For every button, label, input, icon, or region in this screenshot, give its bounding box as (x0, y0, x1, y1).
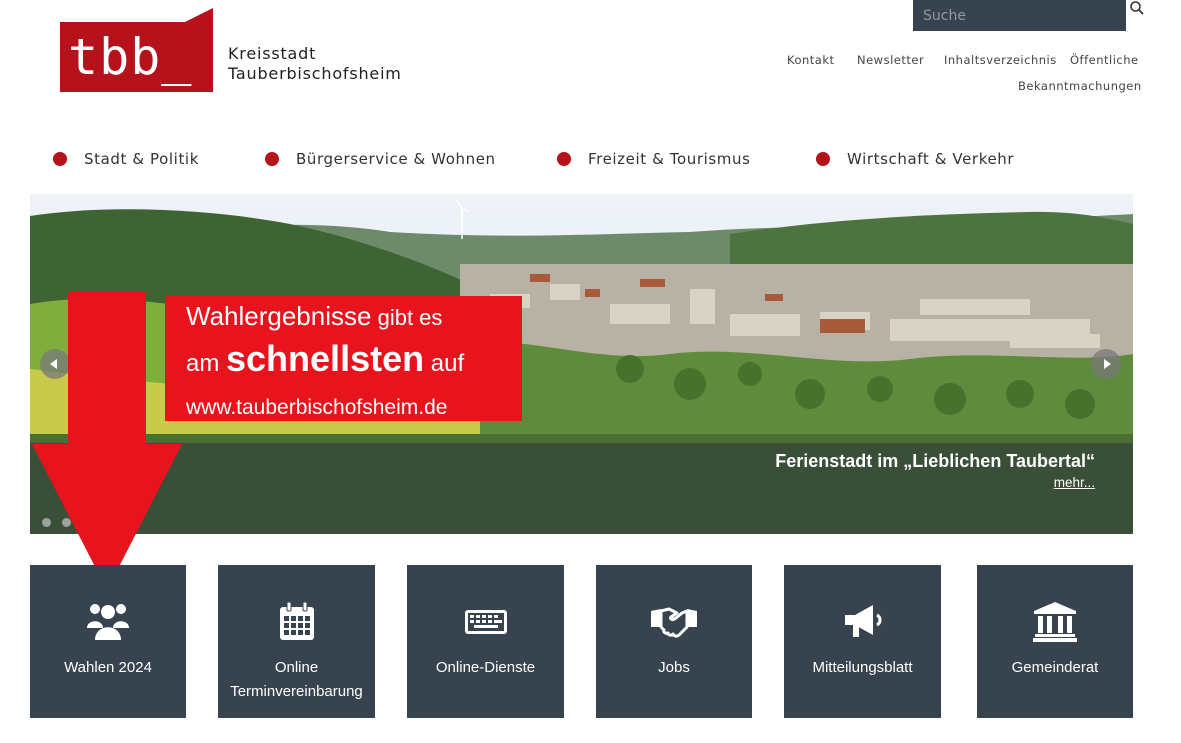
more-link[interactable]: mehr... (1054, 475, 1095, 490)
notice-text: auf (424, 350, 465, 377)
tile-label: Online-Dienste (435, 659, 536, 676)
logo-text: tbb_ (68, 28, 192, 86)
nav-item-freizeit[interactable]: Freizeit & Tourismus (557, 150, 751, 168)
tile-mitteilungsblatt[interactable]: Mitteilungsblatt (784, 565, 941, 718)
notice-text: gibt es (371, 305, 443, 330)
tile-label: Wahlen 2024 (64, 659, 152, 676)
notice-emphasis: schnellsten (226, 338, 425, 379)
link-oeffentliche[interactable]: Öffentliche (1070, 53, 1139, 67)
link-bekanntmachungen[interactable]: Bekanntmachungen (1018, 79, 1142, 93)
search-input[interactable] (913, 0, 1126, 31)
users-icon (86, 601, 130, 645)
tile-gemeinderat[interactable]: Gemeinderat (977, 565, 1133, 718)
down-arrow-icon (32, 292, 182, 590)
megaphone-icon (841, 601, 885, 645)
notice-text: Wahlergebnisse (186, 301, 372, 331)
link-newsletter[interactable]: Newsletter (857, 53, 924, 67)
handshake-icon (649, 601, 699, 645)
tile-label: Mitteilungsblatt (812, 659, 913, 676)
search-icon[interactable] (1129, 0, 1147, 16)
tile-label: Gemeinderat (1011, 659, 1099, 676)
nav-item-label: Wirtschaft & Verkehr (847, 150, 1015, 168)
institution-icon (1033, 601, 1077, 647)
tile-online-terminvereinbarung[interactable]: Online Terminvereinbarung (218, 565, 375, 718)
slide-caption: Ferienstadt im „Lieblichen Taubertal“ (775, 451, 1095, 471)
site-name-line1: Kreisstadt (228, 44, 317, 63)
tile-label: Online Terminvereinbarung (230, 659, 363, 700)
site-name: Kreisstadt Tauberbischofsheim (228, 44, 402, 84)
tile-jobs[interactable]: Jobs (596, 565, 752, 718)
notice-url: www.tauberbischofsheim.de (186, 396, 448, 419)
bullet-icon (265, 152, 279, 166)
link-inhaltsverzeichnis[interactable]: Inhaltsverzeichnis (944, 53, 1057, 67)
nav-item-label: Freizeit & Tourismus (588, 150, 751, 168)
nav-item-buergerservice[interactable]: Bürgerservice & Wohnen (265, 150, 496, 168)
tile-wahlen-2024[interactable]: Wahlen 2024 (30, 565, 186, 718)
bullet-icon (816, 152, 830, 166)
slider-next-arrow-icon[interactable] (1091, 349, 1121, 379)
nav-item-label: Bürgerservice & Wohnen (296, 150, 496, 168)
calendar-icon (279, 601, 315, 645)
keyboard-icon (464, 601, 508, 645)
tile-online-dienste[interactable]: Online-Dienste (407, 565, 564, 718)
tile-label: Jobs (658, 659, 690, 676)
site-logo[interactable]: tbb_ (60, 8, 213, 92)
election-notice-banner: Wahlergebnisse gibt es am schnellsten au… (165, 296, 522, 421)
link-kontakt[interactable]: Kontakt (787, 53, 835, 67)
bullet-icon (53, 152, 67, 166)
notice-line2: am schnellsten auf (186, 338, 464, 380)
nav-item-wirtschaft[interactable]: Wirtschaft & Verkehr (816, 150, 1014, 168)
nav-item-label: Stadt & Politik (84, 150, 199, 168)
notice-line1: Wahlergebnisse gibt es (186, 301, 442, 332)
bullet-icon (557, 152, 571, 166)
site-name-line2: Tauberbischofsheim (228, 64, 402, 83)
nav-item-stadt-politik[interactable]: Stadt & Politik (53, 150, 199, 168)
notice-text: am (186, 350, 227, 377)
